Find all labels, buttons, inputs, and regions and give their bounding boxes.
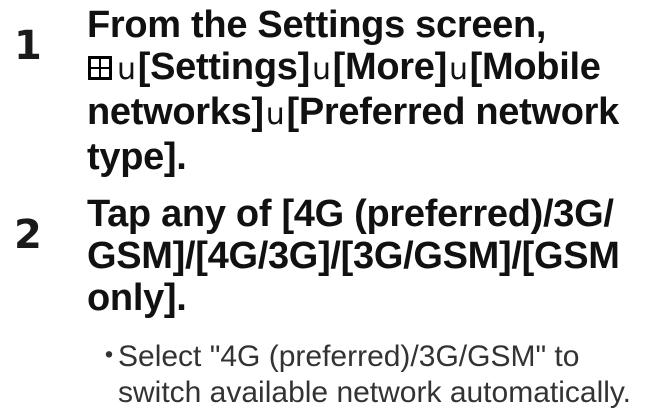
menu-separator: u bbox=[448, 52, 468, 87]
instruction-line: From the Settings screen, bbox=[87, 4, 660, 46]
step-number: 2 bbox=[14, 212, 42, 258]
menu-item-settings: [Settings] bbox=[137, 46, 311, 88]
instruction-line: type]. bbox=[87, 136, 660, 178]
instruction-line: networks]u[Preferred network bbox=[87, 91, 660, 136]
instruction-line: u[Settings]u[More]u[Mobile bbox=[87, 46, 660, 91]
menu-item-mobile-networks: [Mobile bbox=[469, 46, 601, 88]
menu-item-more: [More] bbox=[332, 46, 448, 88]
instruction-text: From the Settings screen, bbox=[87, 4, 547, 46]
menu-item-preferred-network-type: [Preferred network bbox=[286, 91, 620, 133]
instruction-text: type]. bbox=[87, 136, 187, 178]
step-number: 1 bbox=[14, 23, 42, 69]
bullet: ・ bbox=[94, 340, 124, 373]
note-text: switch available network automatically. bbox=[118, 376, 632, 409]
instruction-line: only]. bbox=[87, 277, 187, 319]
instruction-line: Tap any of [4G (preferred)/3G/ bbox=[87, 193, 614, 235]
menu-separator: u bbox=[265, 97, 285, 132]
note-line: ・Select "4G (preferred)/3G/GSM" to bbox=[94, 339, 660, 375]
note-line: switch available network automatically. bbox=[94, 375, 660, 411]
apps-grid-icon bbox=[88, 56, 112, 80]
step-instruction: From the Settings screen, u[Settings]u[M… bbox=[87, 4, 660, 178]
menu-separator: u bbox=[117, 52, 136, 87]
step-instruction: Tap any of [4G (preferred)/3G/ GSM]/[4G/… bbox=[87, 193, 660, 319]
note-text: Select "4G (preferred)/3G/GSM" to bbox=[118, 340, 580, 373]
step-note: ・Select "4G (preferred)/3G/GSM" to switc… bbox=[94, 339, 660, 411]
menu-item-mobile-networks-cont: networks] bbox=[87, 91, 264, 133]
menu-separator: u bbox=[311, 52, 331, 87]
instruction-line: GSM]/[4G/3G]/[3G/GSM]/[GSM bbox=[87, 235, 620, 277]
